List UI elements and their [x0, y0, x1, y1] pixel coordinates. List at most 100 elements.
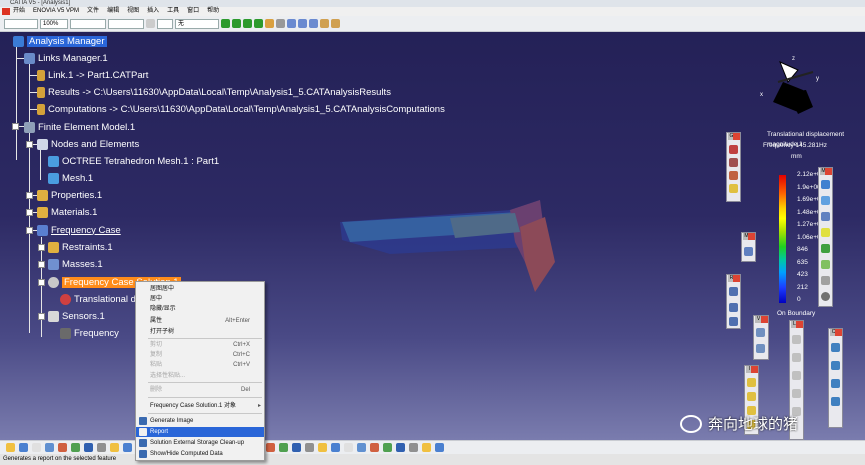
color-picker[interactable] [4, 18, 38, 29]
menu-item-paste[interactable]: 粘贴 Ctrl+V [136, 360, 264, 370]
model-tool-icon[interactable] [821, 212, 830, 221]
tree-item-materials[interactable]: Materials.1 [37, 205, 97, 219]
image-tool-icon[interactable] [729, 158, 738, 167]
close-icon[interactable] [733, 275, 740, 282]
style-select[interactable]: 无 [175, 18, 219, 29]
toolbar-button-icon[interactable] [409, 443, 418, 452]
toolbar-button-icon[interactable] [357, 443, 366, 452]
menu-item-cut[interactable]: 剪切 Ctrl+X [136, 340, 264, 350]
model-tool-icon[interactable] [821, 276, 830, 285]
menu-start[interactable]: 开始 [13, 7, 25, 16]
compass-icon[interactable]: z y x [758, 52, 828, 122]
tree-item-restraints[interactable]: Restraints.1 [48, 240, 113, 254]
tree-item-translational[interactable]: Translational d [60, 292, 136, 306]
move-icon-3[interactable] [243, 19, 252, 28]
virtual-tool-icon[interactable] [756, 344, 765, 353]
close-icon[interactable] [835, 329, 842, 336]
palette-virtual[interactable]: V [753, 315, 769, 360]
menu-edit[interactable]: 编辑 [107, 7, 119, 16]
image-tool-icon[interactable] [729, 145, 738, 154]
tool-icon[interactable] [320, 19, 329, 28]
line-type-select[interactable] [70, 18, 106, 29]
zoom-select[interactable]: 100% [40, 18, 68, 29]
load-tool-icon[interactable] [792, 353, 801, 362]
close-icon[interactable] [761, 316, 768, 323]
line-weight-select[interactable] [108, 18, 144, 29]
image-tool-icon[interactable] [729, 171, 738, 180]
move-icon-2[interactable] [232, 19, 241, 28]
menu-item-object[interactable]: Frequency Case Solution.1 对象 ▸ [136, 401, 264, 411]
toolbar-button-icon[interactable] [370, 443, 379, 452]
menu-item-center[interactable]: 居中 [136, 294, 264, 304]
close-icon[interactable] [751, 366, 758, 373]
virtual-tool-icon[interactable] [756, 328, 765, 337]
toolbar-button-icon[interactable] [318, 443, 327, 452]
close-icon[interactable] [825, 168, 832, 175]
move-icon-4[interactable] [254, 19, 263, 28]
close-icon[interactable] [796, 321, 803, 328]
sensors-expand-toggle[interactable] [38, 313, 45, 320]
palette-image[interactable]: G [726, 132, 741, 202]
toolbar-button-icon[interactable] [396, 443, 405, 452]
image-tool-icon[interactable] [729, 184, 738, 193]
close-icon[interactable] [748, 233, 755, 240]
restraints-expand-toggle[interactable] [38, 244, 45, 251]
toolbar-button-icon[interactable] [305, 443, 314, 452]
tree-item-results[interactable]: Results -> C:\Users\11630\AppData\Local\… [37, 85, 391, 99]
model-tool-icon[interactable] [821, 292, 830, 301]
toolbar-button-icon[interactable] [32, 443, 41, 452]
3d-viewport[interactable]: Analysis Manager Links Manager.1 Link.1 … [0, 32, 865, 440]
compute-tool-icon[interactable] [831, 397, 840, 406]
tree-item-fem[interactable]: Finite Element Model.1 [24, 120, 135, 134]
view-icon-2[interactable] [298, 19, 307, 28]
menu-item-delete[interactable]: 删除 Del [136, 385, 264, 395]
toolbar-button-icon[interactable] [422, 443, 431, 452]
model-tool-icon[interactable] [821, 260, 830, 269]
menu-help[interactable]: 帮助 [207, 7, 219, 16]
menu-item-properties[interactable]: 属性 Alt+Enter [136, 316, 264, 326]
menu-item-open-child[interactable]: 打开子树 [136, 327, 264, 337]
toolbar-button-icon[interactable] [110, 443, 119, 452]
palette-restraint[interactable]: R [726, 274, 741, 329]
restraint-tool-icon[interactable] [729, 287, 738, 296]
menu-item-generate-image[interactable]: Generate Image [136, 416, 264, 426]
toolbar-button-icon[interactable] [71, 443, 80, 452]
tree-item-frequency[interactable]: Frequency [60, 326, 119, 340]
load-tool-icon[interactable] [792, 335, 801, 344]
tree-item-link1[interactable]: Link.1 -> Part1.CATPart [37, 68, 148, 82]
compute-tool-icon[interactable] [831, 379, 840, 388]
menu-view[interactable]: 视图 [127, 7, 139, 16]
toolbar-button-icon[interactable] [19, 443, 28, 452]
toolbar-button-icon[interactable] [292, 443, 301, 452]
close-icon[interactable] [733, 133, 740, 140]
solution-expand-toggle[interactable] [38, 279, 45, 286]
part-model[interactable] [330, 192, 560, 302]
toolbar-button-icon[interactable] [279, 443, 288, 452]
menu-item-hide-show[interactable]: 隐藏/显示 [136, 304, 264, 314]
tree-item-mesh[interactable]: Mesh.1 [48, 171, 93, 185]
model-tool-icon[interactable] [821, 244, 830, 253]
move-icon[interactable] [221, 19, 230, 28]
toolbar-button-icon[interactable] [344, 443, 353, 452]
sensor-tool-icon[interactable] [747, 392, 756, 401]
model-tool-icon[interactable] [821, 180, 830, 189]
nodes-expand-toggle[interactable] [26, 141, 33, 148]
view-icon-3[interactable] [309, 19, 318, 28]
menu-item-copy[interactable]: 复制 Ctrl+C [136, 350, 264, 360]
tool-icon-2[interactable] [331, 19, 340, 28]
restraint-tool-icon[interactable] [729, 317, 738, 326]
view-icon[interactable] [287, 19, 296, 28]
toolbar-button-icon[interactable] [97, 443, 106, 452]
menu-insert[interactable]: 插入 [147, 7, 159, 16]
menu-enovia[interactable]: ENOVIA V5 VPM [33, 7, 79, 16]
toolbar-button-icon[interactable] [383, 443, 392, 452]
compute-tool-icon[interactable] [831, 361, 840, 370]
menu-file[interactable]: 文件 [87, 7, 99, 16]
tree-item-frequency-case[interactable]: Frequency Case [37, 223, 121, 237]
model-tool-icon[interactable] [821, 196, 830, 205]
properties-expand-toggle[interactable] [26, 192, 33, 199]
toolbar-button-icon[interactable] [6, 443, 15, 452]
menu-item-paste-special[interactable]: 选择性粘贴... [136, 371, 264, 381]
menu-window[interactable]: 窗口 [187, 7, 199, 16]
toolbar-button-icon[interactable] [84, 443, 93, 452]
